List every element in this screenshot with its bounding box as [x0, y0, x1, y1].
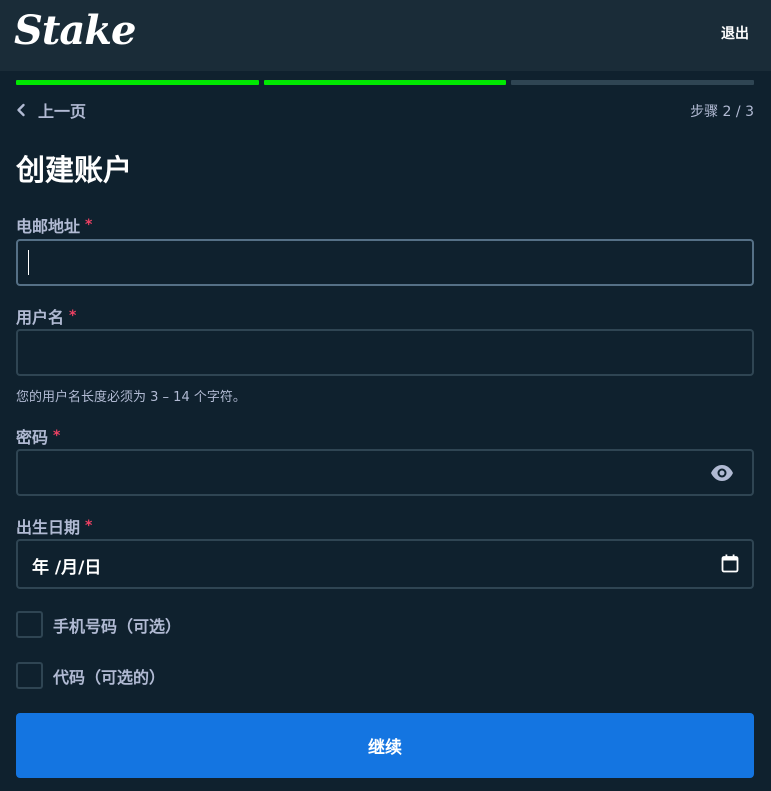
birthdate-field[interactable]: 年 /月/日	[16, 539, 754, 589]
email-field[interactable]	[16, 239, 754, 286]
back-button[interactable]: 上一页	[16, 98, 86, 122]
required-marker: *	[85, 518, 93, 534]
username-field[interactable]	[16, 329, 754, 376]
code-option[interactable]: 代码（可选的）	[16, 662, 165, 689]
email-input[interactable]	[18, 241, 752, 284]
username-label-text: 用户名	[16, 308, 65, 327]
page-title: 创建账户	[16, 153, 133, 187]
password-field[interactable]	[16, 449, 754, 496]
progress-segment-2	[263, 80, 507, 85]
email-label-text: 电邮地址	[16, 217, 81, 236]
chevron-left-icon	[17, 103, 25, 117]
phone-option[interactable]: 手机号码（可选）	[16, 611, 181, 638]
logout-button[interactable]: 退出	[721, 23, 749, 43]
progress-segment-3	[511, 80, 755, 85]
code-option-label: 代码（可选的）	[53, 667, 166, 687]
continue-button[interactable]: 继续	[16, 713, 754, 778]
phone-checkbox[interactable]	[16, 611, 43, 638]
birthdate-label-text: 出生日期	[16, 518, 81, 537]
password-label: 密码 *	[16, 424, 60, 448]
step-indicator: 步骤 2 / 3	[690, 104, 754, 120]
text-cursor	[28, 250, 29, 275]
eye-icon[interactable]	[710, 462, 734, 484]
username-input[interactable]	[18, 331, 752, 374]
step-progress-bar	[16, 80, 755, 85]
phone-option-label: 手机号码（可选）	[53, 616, 182, 636]
top-bar: Stake 退出	[0, 0, 771, 71]
required-marker: *	[53, 428, 61, 444]
password-label-text: 密码	[16, 428, 49, 447]
required-marker: *	[69, 308, 77, 324]
birthdate-placeholder: 年 /月/日	[32, 558, 102, 578]
progress-segment-1	[16, 80, 259, 85]
back-label: 上一页	[38, 102, 87, 121]
email-label: 电邮地址 *	[16, 213, 92, 237]
code-checkbox[interactable]	[16, 662, 43, 689]
username-label: 用户名 *	[16, 304, 76, 328]
stake-logo[interactable]: Stake	[14, 6, 136, 56]
required-marker: *	[85, 217, 93, 233]
username-hint: 您的用户名长度必须为 3 – 14 个字符。	[16, 390, 246, 405]
password-input[interactable]	[18, 451, 752, 494]
birthdate-label: 出生日期 *	[16, 514, 92, 538]
calendar-icon[interactable]	[721, 554, 739, 573]
